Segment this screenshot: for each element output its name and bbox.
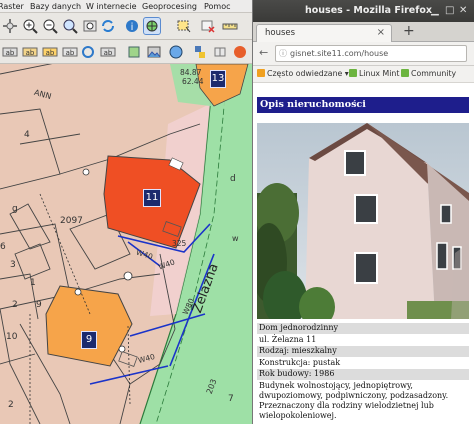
map-text-g: g	[12, 204, 18, 214]
add-raster-icon[interactable]	[146, 44, 162, 60]
zoom-full-icon[interactable]	[62, 18, 78, 34]
pin-label-icon[interactable]: ab	[22, 44, 38, 60]
add-layer-icon[interactable]	[126, 44, 142, 60]
parcel-label-13[interactable]: 13	[210, 70, 226, 88]
tab-strip: houses × +	[253, 22, 474, 42]
identify-icon[interactable]: i	[124, 18, 140, 34]
svg-text:ab: ab	[6, 49, 15, 57]
map-text-3: 3	[10, 260, 16, 270]
svg-text:ab: ab	[26, 49, 35, 57]
property-info-table: Dom jednorodzinny ul. Żelazna 11 Rodzaj:…	[257, 323, 469, 422]
back-button[interactable]: ←	[259, 46, 268, 59]
show-label-icon[interactable]: ab	[42, 44, 58, 60]
zoom-layer-icon[interactable]	[82, 18, 98, 34]
map-text-325: 325	[172, 239, 187, 248]
minimize-icon[interactable]: ▁	[431, 5, 439, 16]
select-features-icon[interactable]	[176, 18, 192, 34]
map-text-w: w	[232, 234, 239, 243]
house-image	[257, 123, 469, 319]
qgis-menubar: Raster Bazy danych W internecie Geoproce…	[0, 0, 252, 13]
rotate-label-icon[interactable]	[80, 44, 96, 60]
menu-databases[interactable]: Bazy danych	[30, 2, 81, 11]
window-title: houses - Mozilla Firefox	[305, 5, 433, 16]
map-text-elev2: 62.44	[182, 77, 204, 86]
url-text: gisnet.site11.com/house	[290, 49, 389, 58]
measure-icon[interactable]	[222, 18, 238, 34]
navigation-bar: ← ⓘ gisnet.site11.com/house	[253, 42, 474, 66]
parcel-label-11[interactable]: 11	[143, 189, 161, 207]
qgis-toolbar-digitizing: ab ab ab ab ab	[0, 40, 252, 64]
mint-icon	[349, 69, 357, 77]
info-row: Konstrukcja: pustak	[257, 358, 469, 369]
new-tab-button[interactable]: +	[403, 23, 415, 39]
community-icon	[401, 69, 409, 77]
firefox-titlebar: houses - Mozilla Firefox ▁ □ ✕	[253, 0, 474, 22]
map-text-2097: 2097	[60, 216, 83, 226]
refresh-icon[interactable]	[100, 18, 116, 34]
tab-houses[interactable]: houses ×	[256, 24, 392, 42]
cadastral-map	[0, 64, 252, 424]
map-text-10: 10	[6, 332, 18, 342]
map-text-2: 2	[12, 300, 18, 310]
bookmark-label: Często odwiedzane	[267, 69, 343, 78]
desktop: Raster Bazy danych W internecie Geoproce…	[0, 0, 474, 424]
house-photo	[257, 123, 469, 319]
info-row: ul. Żelazna 11	[257, 335, 469, 346]
plugin-icon[interactable]	[212, 44, 228, 60]
svg-text:ab: ab	[104, 49, 113, 57]
map-text-4: 4	[24, 130, 30, 140]
info-row-description: Budynek wolnostojący, jednopiętrowy, dwu…	[257, 381, 469, 422]
map-text-d: d	[230, 174, 236, 184]
tab-label: houses	[265, 28, 296, 38]
bookmark-linux-mint[interactable]: Linux Mint	[349, 69, 399, 78]
maximize-icon[interactable]: □	[445, 5, 454, 16]
zoom-in-icon[interactable]	[22, 18, 38, 34]
menu-help[interactable]: Pomoc	[204, 2, 231, 11]
map-text-9: 9	[36, 300, 42, 310]
svg-text:ab: ab	[46, 49, 55, 57]
map-text-6: 6	[0, 242, 6, 252]
move-label-icon[interactable]: ab	[62, 44, 78, 60]
pan-icon[interactable]	[2, 18, 18, 34]
qgis-toolbar-navigation: i	[0, 13, 252, 40]
tab-close-icon[interactable]: ×	[377, 27, 385, 38]
info-row: Rodzaj: mieszkalny	[257, 346, 469, 358]
map-canvas[interactable]: 13 11 9 ANN 2097 4 g 6 3 1 2 9 10 84.87 …	[0, 64, 252, 424]
parcel-label-9[interactable]: 9	[81, 331, 97, 349]
qgis-window: Raster Bazy danych W internecie Geoproce…	[0, 0, 252, 424]
help-icon[interactable]	[232, 44, 248, 60]
menu-raster[interactable]: Raster	[0, 2, 24, 11]
map-text-2b: 2	[8, 400, 14, 410]
firefox-window: houses - Mozilla Firefox ▁ □ ✕ houses × …	[252, 0, 474, 424]
menu-geoprocessing[interactable]: Geoprocesing	[142, 2, 197, 11]
python-icon[interactable]	[192, 44, 208, 60]
bookmarks-toolbar: Często odwiedzane ▾ Linux Mint Community	[253, 66, 474, 83]
close-window-icon[interactable]: ✕	[459, 5, 467, 16]
bookmark-most-visited[interactable]: Często odwiedzane ▾	[257, 69, 349, 78]
info-row: Rok budowy: 1986	[257, 369, 469, 381]
menu-web[interactable]: W internecie	[86, 2, 137, 11]
map-text-elev1: 84.87	[180, 68, 202, 77]
change-label-icon[interactable]: ab	[100, 44, 116, 60]
svg-text:i: i	[131, 22, 134, 33]
page-title: Opis nieruchomości	[257, 97, 469, 113]
url-bar[interactable]: ⓘ gisnet.site11.com/house	[275, 45, 467, 62]
map-text-1: 1	[30, 278, 36, 288]
select-icon[interactable]	[143, 17, 161, 35]
zoom-out-icon[interactable]	[42, 18, 58, 34]
add-wms-icon[interactable]	[168, 44, 184, 60]
site-info-icon[interactable]: ⓘ	[279, 48, 287, 59]
label-tool-icon[interactable]: ab	[2, 44, 18, 60]
bookmark-community[interactable]: Community	[401, 69, 456, 78]
info-row: Dom jednorodzinny	[257, 323, 469, 335]
star-icon	[257, 69, 265, 77]
map-text-7: 7	[228, 394, 234, 404]
svg-text:ab: ab	[66, 49, 75, 57]
page-content: Opis nieruchomości Dom jednorodzinny ul.…	[253, 83, 474, 424]
bookmark-label: Community	[411, 69, 457, 78]
deselect-icon[interactable]	[200, 18, 216, 34]
bookmark-label: Linux Mint	[359, 69, 400, 78]
